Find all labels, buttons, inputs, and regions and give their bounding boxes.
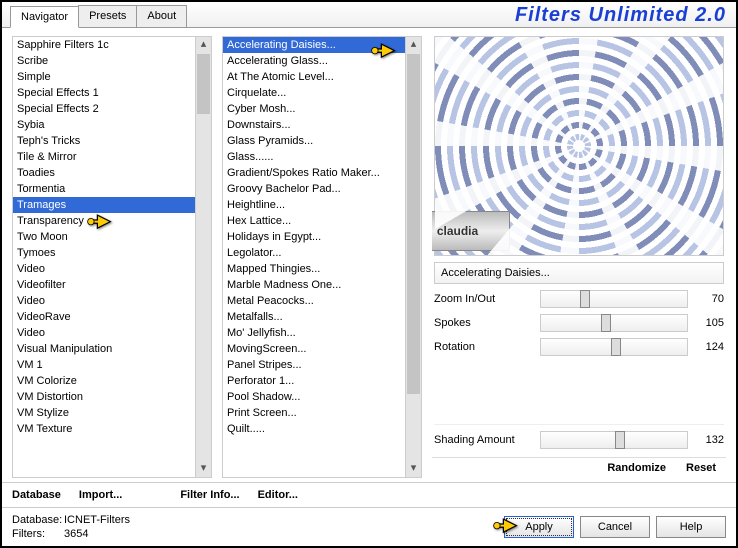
apply-button[interactable]: Apply: [504, 516, 574, 538]
db-value: ICNET-Filters: [64, 514, 130, 526]
slider[interactable]: [540, 290, 688, 308]
list-item[interactable]: Gradient/Spokes Ratio Maker...: [223, 165, 405, 181]
list-item[interactable]: Video: [13, 325, 195, 341]
reset-button[interactable]: Reset: [686, 462, 716, 474]
list-item[interactable]: Holidays in Egypt...: [223, 229, 405, 245]
slider-label: Spokes: [434, 317, 534, 329]
list-item[interactable]: Metalfalls...: [223, 309, 405, 325]
randomize-button[interactable]: Randomize: [607, 462, 666, 474]
filter-list[interactable]: Accelerating Daisies...Accelerating Glas…: [222, 36, 406, 478]
list-item[interactable]: Accelerating Daisies...: [223, 37, 405, 53]
watermark: claudia: [432, 211, 510, 251]
category-list[interactable]: Sapphire Filters 1cScribeSimpleSpecial E…: [12, 36, 196, 478]
list-item[interactable]: Mo' Jellyfish...: [223, 325, 405, 341]
shading-slider[interactable]: [540, 431, 688, 449]
slider[interactable]: [540, 314, 688, 332]
preview-image: claudia: [434, 36, 724, 256]
list-item[interactable]: Tymoes: [13, 245, 195, 261]
database-button[interactable]: Database: [12, 489, 61, 501]
list-item[interactable]: Tile & Mirror: [13, 149, 195, 165]
list-item[interactable]: VM Colorize: [13, 373, 195, 389]
list-item[interactable]: Tormentia: [13, 181, 195, 197]
list-item[interactable]: VideoRave: [13, 309, 195, 325]
list-item[interactable]: Mapped Thingies...: [223, 261, 405, 277]
list-item[interactable]: Simple: [13, 69, 195, 85]
list-item[interactable]: VM Texture: [13, 421, 195, 437]
app-title: Filters Unlimited 2.0: [515, 4, 726, 27]
list-item[interactable]: VM 1: [13, 357, 195, 373]
list-item[interactable]: Heightline...: [223, 197, 405, 213]
list-item[interactable]: Videofilter: [13, 277, 195, 293]
list-item[interactable]: Perforator 1...: [223, 373, 405, 389]
slider-value: 70: [694, 293, 724, 305]
slider-value: 124: [694, 341, 724, 353]
list-item[interactable]: Glass......: [223, 149, 405, 165]
list-item[interactable]: Video: [13, 293, 195, 309]
slider-label: Zoom In/Out: [434, 293, 534, 305]
list-item[interactable]: Legolator...: [223, 245, 405, 261]
list-item[interactable]: Toadies: [13, 165, 195, 181]
shading-label: Shading Amount: [434, 434, 534, 446]
list-item[interactable]: Teph's Tricks: [13, 133, 195, 149]
cancel-button[interactable]: Cancel: [580, 516, 650, 538]
filter-info-button[interactable]: Filter Info...: [180, 489, 239, 501]
list-item[interactable]: Tramages: [13, 197, 195, 213]
list-item[interactable]: Print Screen...: [223, 405, 405, 421]
list-item[interactable]: Metal Peacocks...: [223, 293, 405, 309]
list-item[interactable]: Visual Manipulation: [13, 341, 195, 357]
list-item[interactable]: Panel Stripes...: [223, 357, 405, 373]
list-item[interactable]: Glass Pyramids...: [223, 133, 405, 149]
slider-value: 105: [694, 317, 724, 329]
list-item[interactable]: Scribe: [13, 53, 195, 69]
filters-value: 3654: [64, 528, 88, 540]
list-item[interactable]: Cirquelate...: [223, 85, 405, 101]
list-item[interactable]: Sapphire Filters 1c: [13, 37, 195, 53]
list-item[interactable]: Transparency: [13, 213, 195, 229]
current-filter-label: Accelerating Daisies...: [434, 262, 724, 284]
list-item[interactable]: Special Effects 1: [13, 85, 195, 101]
db-label: Database:: [12, 514, 64, 526]
list-item[interactable]: Sybia: [13, 117, 195, 133]
scrollbar-list2[interactable]: ▴▾: [406, 36, 422, 478]
editor-button[interactable]: Editor...: [258, 489, 298, 501]
slider[interactable]: [540, 338, 688, 356]
slider-label: Rotation: [434, 341, 534, 353]
list-item[interactable]: Quilt.....: [223, 421, 405, 437]
filters-label: Filters:: [12, 528, 64, 540]
list-item[interactable]: Cyber Mosh...: [223, 101, 405, 117]
list-item[interactable]: Special Effects 2: [13, 101, 195, 117]
list-item[interactable]: MovingScreen...: [223, 341, 405, 357]
list-item[interactable]: VM Distortion: [13, 389, 195, 405]
list-item[interactable]: VM Stylize: [13, 405, 195, 421]
tab-presets[interactable]: Presets: [78, 5, 137, 27]
list-item[interactable]: Downstairs...: [223, 117, 405, 133]
list-item[interactable]: Hex Lattice...: [223, 213, 405, 229]
help-button[interactable]: Help: [656, 516, 726, 538]
scrollbar-list1[interactable]: ▴▾: [196, 36, 212, 478]
list-item[interactable]: Groovy Bachelor Pad...: [223, 181, 405, 197]
tab-navigator[interactable]: Navigator: [10, 6, 79, 28]
list-item[interactable]: At The Atomic Level...: [223, 69, 405, 85]
list-item[interactable]: Two Moon: [13, 229, 195, 245]
list-item[interactable]: Marble Madness One...: [223, 277, 405, 293]
shading-value: 132: [694, 434, 724, 446]
list-item[interactable]: Pool Shadow...: [223, 389, 405, 405]
import-button[interactable]: Import...: [79, 489, 122, 501]
list-item[interactable]: Video: [13, 261, 195, 277]
list-item[interactable]: Accelerating Glass...: [223, 53, 405, 69]
tab-about[interactable]: About: [136, 5, 187, 27]
